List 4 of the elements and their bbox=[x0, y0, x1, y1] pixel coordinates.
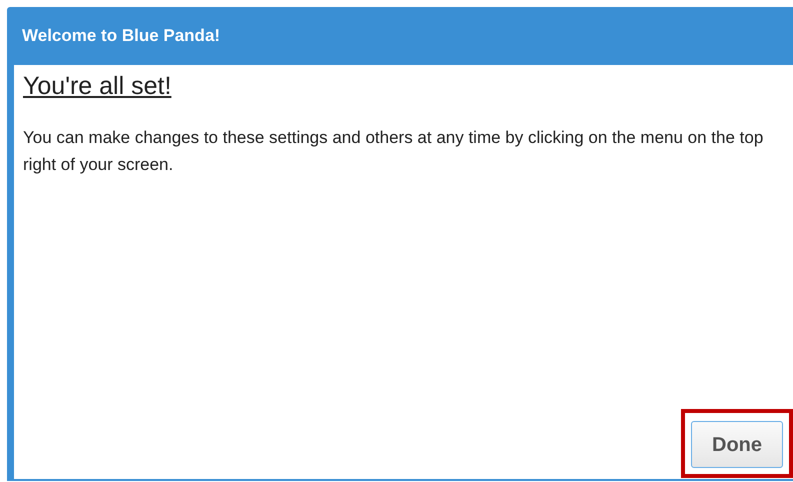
message-text: You can make changes to these settings and others at any time by clicking on the menu on the top right of your screen. bbox=[23, 127, 764, 176]
done-button[interactable]: Done bbox=[691, 421, 783, 468]
heading: You're all set! bbox=[23, 71, 172, 102]
window-title: Welcome to Blue Panda! bbox=[22, 25, 220, 48]
